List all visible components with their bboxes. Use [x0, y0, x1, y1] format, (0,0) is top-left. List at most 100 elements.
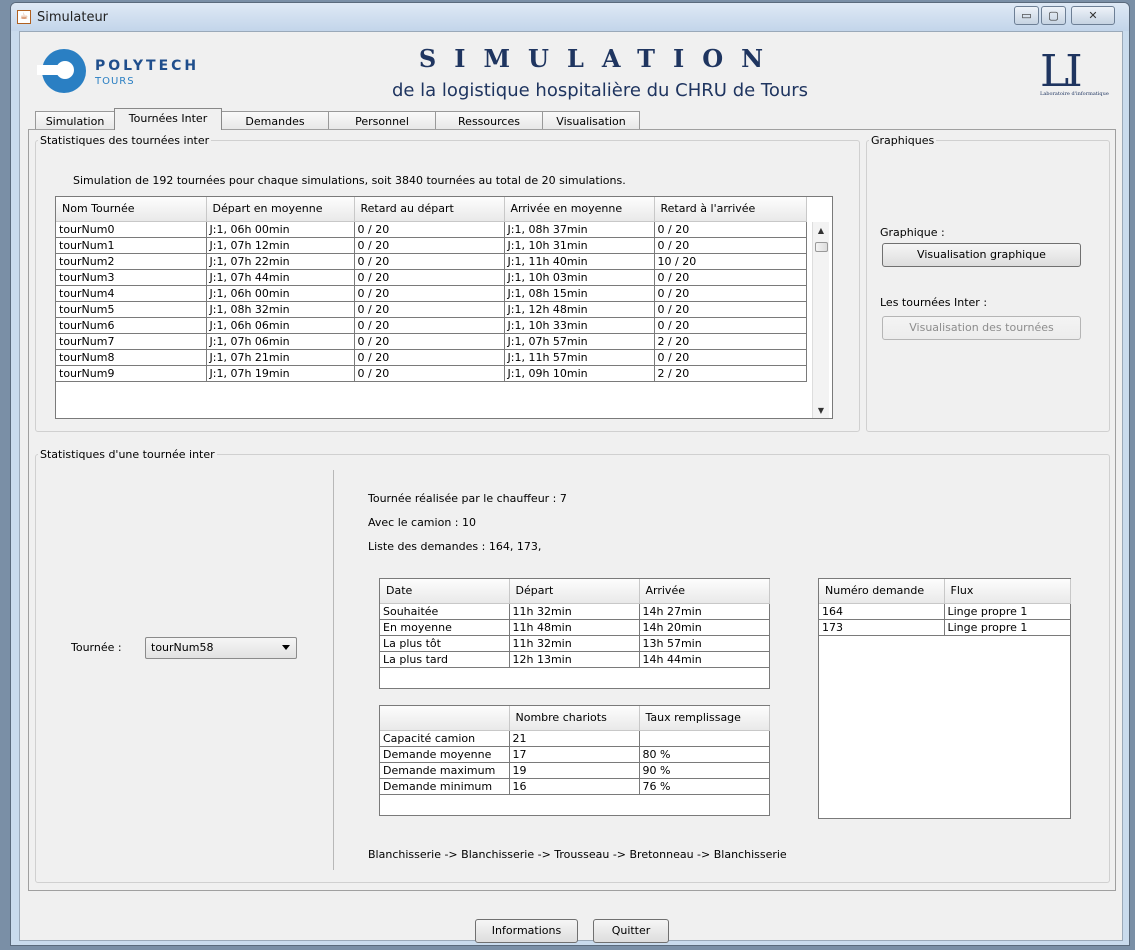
col-header-arrivee[interactable]: Arrivée — [639, 579, 770, 604]
table-cell[interactable]: La plus tôt — [380, 635, 510, 652]
tab-demandes[interactable]: Demandes — [221, 111, 329, 130]
table-cell[interactable]: 0 / 20 — [654, 221, 807, 238]
tab-visualisation[interactable]: Visualisation — [542, 111, 640, 130]
table-cell[interactable]: 13h 57min — [639, 635, 770, 652]
table-cell[interactable]: 90 % — [639, 762, 770, 779]
table-cell[interactable]: tourNum7 — [56, 333, 207, 350]
table-cell[interactable]: 0 / 20 — [654, 349, 807, 366]
table-cell[interactable]: 0 / 20 — [654, 301, 807, 318]
col-header-retard-arrivee[interactable]: Retard à l'arrivée — [654, 197, 807, 222]
table-cell[interactable]: 17 — [509, 746, 640, 763]
table-cell[interactable]: La plus tard — [380, 651, 510, 668]
table-cell[interactable]: J:1, 07h 44min — [206, 269, 355, 286]
table-cell[interactable]: J:1, 07h 57min — [504, 333, 655, 350]
table-cell[interactable]: 0 / 20 — [654, 269, 807, 286]
table-row[interactable]: Demande minimum 16 76 % — [380, 778, 770, 795]
minimize-button[interactable]: ▭ — [1014, 6, 1039, 25]
col-header-flux[interactable]: Flux — [944, 579, 1071, 604]
col-header-arrivee[interactable]: Arrivée en moyenne — [504, 197, 655, 222]
table-cell[interactable]: 164 — [819, 603, 945, 620]
demandes-table[interactable]: Numéro demande Flux 164 Linge propre 1 173… — [818, 578, 1071, 819]
table-row[interactable]: 173 Linge propre 1 — [819, 619, 1071, 636]
table-row[interactable]: tourNum9 J:1, 07h 19min 0 / 20 J:1, 09h 10m… — [56, 365, 807, 382]
table-cell[interactable]: J:1, 11h 40min — [504, 253, 655, 270]
table-cell[interactable]: 16 — [509, 778, 640, 795]
col-header-depart[interactable]: Départ — [509, 579, 640, 604]
tournees-table[interactable]: Nom Tournée Départ en moyenne Retard au … — [55, 196, 833, 419]
tab-tournees-inter[interactable]: Tournées Inter — [114, 108, 222, 130]
col-header-numero-demande[interactable]: Numéro demande — [819, 579, 945, 604]
col-header-nombre-chariots[interactable]: Nombre chariots — [509, 706, 640, 731]
table-row[interactable]: tourNum2 J:1, 07h 22min 0 / 20 J:1, 11h 40m… — [56, 253, 807, 270]
table-row[interactable]: Demande moyenne 17 80 % — [380, 746, 770, 763]
table-cell[interactable]: J:1, 10h 33min — [504, 317, 655, 334]
table-cell[interactable]: J:1, 10h 03min — [504, 269, 655, 286]
table-cell[interactable]: 11h 48min — [509, 619, 640, 636]
table-row[interactable]: Demande maximum 19 90 % — [380, 762, 770, 779]
table-cell[interactable]: J:1, 06h 06min — [206, 317, 355, 334]
table-cell[interactable]: Linge propre 1 — [944, 603, 1071, 620]
table-cell[interactable]: 0 / 20 — [354, 285, 505, 302]
table-cell[interactable]: J:1, 08h 15min — [504, 285, 655, 302]
table-cell[interactable]: 19 — [509, 762, 640, 779]
table-cell[interactable]: 80 % — [639, 746, 770, 763]
table-cell[interactable]: tourNum2 — [56, 253, 207, 270]
table-cell[interactable]: J:1, 11h 57min — [504, 349, 655, 366]
table-row[interactable]: La plus tôt 11h 32min 13h 57min — [380, 635, 770, 652]
col-header-retard-depart[interactable]: Retard au départ — [354, 197, 505, 222]
table-cell[interactable]: Demande minimum — [380, 778, 510, 795]
table-cell[interactable]: J:1, 09h 10min — [504, 365, 655, 382]
table-cell[interactable]: J:1, 06h 00min — [206, 221, 355, 238]
tab-simulation[interactable]: Simulation — [35, 111, 115, 130]
table-cell[interactable]: tourNum9 — [56, 365, 207, 382]
table-cell[interactable]: 0 / 20 — [354, 301, 505, 318]
table-cell[interactable]: 0 / 20 — [354, 365, 505, 382]
table-row[interactable]: Capacité camion 21 — [380, 730, 770, 747]
table-cell[interactable]: 0 / 20 — [654, 317, 807, 334]
table-row[interactable]: 164 Linge propre 1 — [819, 603, 1071, 620]
table-cell[interactable]: 2 / 20 — [654, 333, 807, 350]
table-cell[interactable]: 0 / 20 — [354, 237, 505, 254]
col-header-taux-remplissage[interactable]: Taux remplissage — [639, 706, 770, 731]
capacity-table[interactable]: Nombre chariots Taux remplissage Capacit… — [379, 705, 770, 816]
informations-button[interactable]: Informations — [475, 919, 578, 943]
table-cell[interactable]: tourNum4 — [56, 285, 207, 302]
table-cell[interactable]: tourNum8 — [56, 349, 207, 366]
quitter-button[interactable]: Quitter — [593, 919, 669, 943]
scroll-down-icon[interactable]: ▼ — [813, 404, 829, 418]
table-row[interactable]: tourNum8 J:1, 07h 21min 0 / 20 J:1, 11h 57m… — [56, 349, 807, 366]
table-cell[interactable]: tourNum5 — [56, 301, 207, 318]
table-cell[interactable]: 2 / 20 — [654, 365, 807, 382]
table-row[interactable]: tourNum5 J:1, 08h 32min 0 / 20 J:1, 12h 48m… — [56, 301, 807, 318]
close-button[interactable]: ✕ — [1071, 6, 1115, 25]
table-cell[interactable]: 14h 20min — [639, 619, 770, 636]
tab-ressources[interactable]: Ressources — [435, 111, 543, 130]
table-cell[interactable]: tourNum3 — [56, 269, 207, 286]
col-header-empty[interactable] — [380, 706, 510, 731]
table-row[interactable]: tourNum3 J:1, 07h 44min 0 / 20 J:1, 10h 03m… — [56, 269, 807, 286]
table-cell[interactable]: tourNum6 — [56, 317, 207, 334]
table-cell[interactable]: Souhaitée — [380, 603, 510, 620]
table-cell[interactable]: J:1, 10h 31min — [504, 237, 655, 254]
visualisation-tournees-button[interactable]: Visualisation des tournées — [882, 316, 1081, 340]
table-cell[interactable]: J:1, 07h 19min — [206, 365, 355, 382]
visualisation-graphique-button[interactable]: Visualisation graphique — [882, 243, 1081, 267]
table-cell[interactable]: 0 / 20 — [654, 237, 807, 254]
table-cell[interactable]: 14h 27min — [639, 603, 770, 620]
table-cell[interactable]: 12h 13min — [509, 651, 640, 668]
table-cell[interactable]: 0 / 20 — [354, 333, 505, 350]
table-cell[interactable]: J:1, 08h 32min — [206, 301, 355, 318]
table-cell[interactable]: J:1, 06h 00min — [206, 285, 355, 302]
table-cell[interactable]: 0 / 20 — [354, 317, 505, 334]
table-cell[interactable]: Capacité camion — [380, 730, 510, 747]
table-cell[interactable]: 11h 32min — [509, 603, 640, 620]
table-cell[interactable]: En moyenne — [380, 619, 510, 636]
maximize-button[interactable]: ▢ — [1041, 6, 1066, 25]
table-cell[interactable]: 173 — [819, 619, 945, 636]
table-cell[interactable]: J:1, 08h 37min — [504, 221, 655, 238]
table-cell[interactable]: 0 / 20 — [354, 221, 505, 238]
table-cell[interactable]: J:1, 12h 48min — [504, 301, 655, 318]
table-cell[interactable]: tourNum0 — [56, 221, 207, 238]
table-cell[interactable]: J:1, 07h 21min — [206, 349, 355, 366]
table-cell[interactable]: 0 / 20 — [354, 269, 505, 286]
